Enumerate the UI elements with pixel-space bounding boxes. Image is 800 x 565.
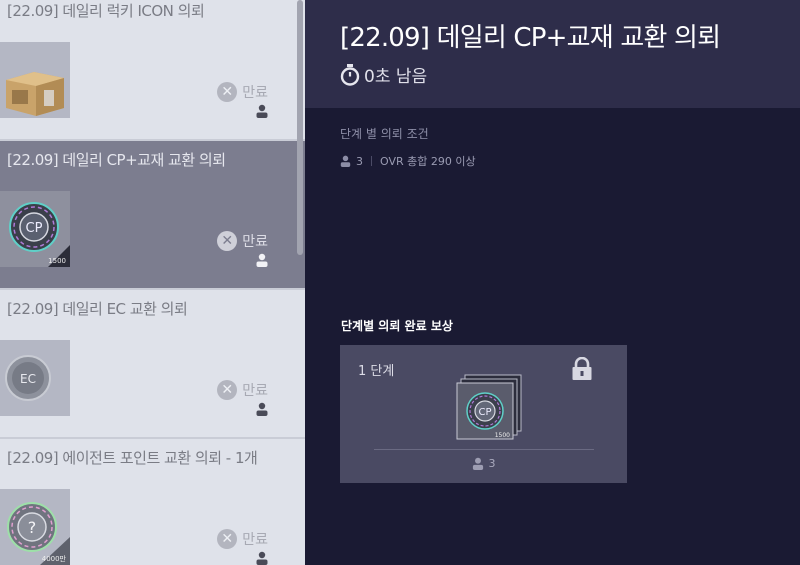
- svg-text:?: ?: [28, 518, 37, 537]
- request-item[interactable]: [22.09] 데일리 럭키 ICON 의뢰 ✕ 만료: [0, 0, 305, 141]
- detail-title: [22.09] 데일리 CP+교재 교환 의뢰: [340, 23, 721, 53]
- request-item[interactable]: [22.09] 데일리 EC 교환 의뢰 EC ✕ 만료: [0, 290, 305, 439]
- separator: [371, 156, 372, 166]
- stopwatch-icon: [340, 63, 360, 86]
- question-coin-icon: ? 4000만: [0, 489, 70, 565]
- user-icon: [340, 155, 351, 167]
- user-icon: [256, 551, 268, 565]
- ec-coin-icon: EC: [0, 340, 70, 416]
- close-circle-icon: ✕: [217, 231, 238, 251]
- status-label: 만료: [242, 532, 268, 548]
- user-icon: [472, 457, 483, 470]
- reward-users-count: 3: [488, 457, 496, 470]
- close-circle-icon: ✕: [217, 380, 238, 400]
- request-title: [22.09] 데일리 CP+교재 교환 의뢰: [7, 151, 226, 169]
- user-icon: [256, 402, 268, 416]
- lock-icon: [572, 357, 592, 380]
- status-expired: ✕ 만료: [217, 231, 268, 251]
- timer-label: 0초 남음: [364, 67, 428, 87]
- cp-card-stack-icon: CP 1500: [453, 373, 523, 443]
- request-title: [22.09] 에이전트 포인트 교환 의뢰 - 1개: [7, 449, 258, 467]
- condition-count: 3: [356, 154, 363, 168]
- timer: 0초 남음: [340, 62, 427, 87]
- list-scrollbar[interactable]: [297, 0, 303, 255]
- box-icon: [0, 42, 70, 118]
- svg-text:CP: CP: [26, 221, 43, 236]
- svg-text:CP: CP: [478, 407, 491, 418]
- user-icon: [256, 253, 268, 267]
- svg-text:1500: 1500: [495, 432, 510, 439]
- status-expired: ✕ 만료: [217, 82, 268, 102]
- stage-label: 1 단계: [358, 364, 395, 379]
- reward-users: 3: [340, 457, 627, 470]
- close-circle-icon: ✕: [217, 529, 238, 549]
- user-icon: [256, 104, 268, 118]
- svg-text:1500: 1500: [48, 257, 66, 265]
- svg-text:4000만: 4000만: [42, 554, 67, 563]
- request-title: [22.09] 데일리 EC 교환 의뢰: [7, 300, 188, 318]
- status-expired: ✕ 만료: [217, 380, 268, 400]
- status-label: 만료: [242, 85, 268, 101]
- request-item[interactable]: [22.09] 에이전트 포인트 교환 의뢰 - 1개 ? 4000만 ✕ 만료: [0, 439, 305, 565]
- close-circle-icon: ✕: [217, 82, 238, 102]
- condition-row: 3 OVR 총합 290 이상: [340, 153, 476, 169]
- status-expired: ✕ 만료: [217, 529, 268, 549]
- divider: [374, 449, 594, 450]
- detail-header: [22.09] 데일리 CP+교재 교환 의뢰 0초 남음: [305, 0, 800, 108]
- request-item-selected[interactable]: [22.09] 데일리 CP+교재 교환 의뢰 CP 1500 ✕ 만료: [0, 141, 305, 290]
- status-label: 만료: [242, 234, 268, 250]
- reward-card[interactable]: 1 단계 CP 1500 3: [340, 345, 627, 483]
- cp-coin-icon: CP 1500: [0, 191, 70, 267]
- svg-text:EC: EC: [20, 372, 36, 386]
- status-label: 만료: [242, 383, 268, 399]
- reward-label: 단계별 의뢰 완료 보상: [341, 319, 453, 333]
- request-title: [22.09] 데일리 럭키 ICON 의뢰: [7, 2, 205, 20]
- condition-label: 단계 별 의뢰 조건: [340, 127, 429, 141]
- condition-text: OVR 총합 290 이상: [380, 155, 476, 168]
- request-list: [22.09] 데일리 럭키 ICON 의뢰 ✕ 만료 [22.09] 데일리 …: [0, 0, 305, 565]
